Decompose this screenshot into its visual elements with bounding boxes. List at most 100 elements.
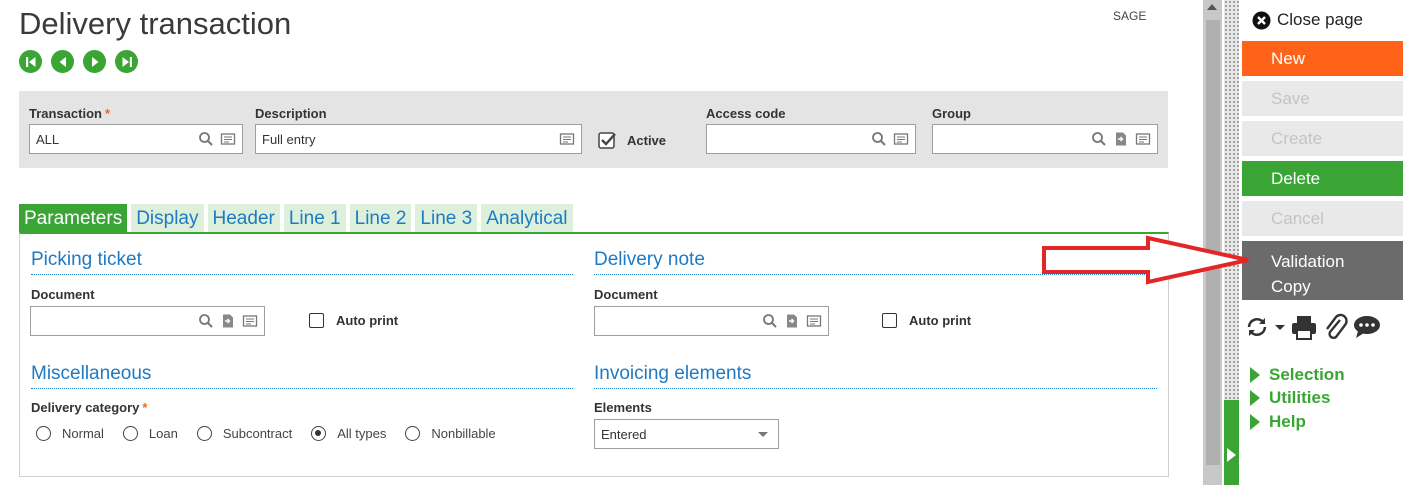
utilities-link[interactable]: Utilities (1250, 387, 1345, 411)
section-divider (594, 388, 1157, 389)
radio-normal[interactable]: Normal (36, 426, 104, 441)
details-icon[interactable] (559, 131, 575, 147)
elements-select[interactable]: Entered (594, 419, 779, 449)
create-button[interactable]: Create (1242, 121, 1403, 156)
help-link[interactable]: Help (1250, 410, 1345, 434)
radio-label: Subcontract (222, 426, 293, 441)
search-icon[interactable] (198, 313, 214, 329)
save-button[interactable]: Save (1242, 81, 1403, 116)
annotation-arrow-icon (1042, 235, 1249, 285)
transaction-label: Transaction (29, 106, 102, 121)
attachment-icon[interactable] (1322, 313, 1348, 341)
validation-copy-button[interactable]: Validation Copy (1242, 241, 1403, 300)
section-divider (31, 388, 573, 389)
selection-label: Selection (1269, 364, 1345, 384)
checked-icon (598, 132, 616, 149)
search-icon[interactable] (198, 131, 214, 147)
comment-icon[interactable] (1352, 313, 1382, 341)
first-record-button[interactable] (19, 50, 42, 73)
delivery-category-label-wrap: Delivery category * (31, 400, 147, 415)
description-value: Full entry (262, 131, 316, 147)
validation-label: Validation (1271, 252, 1345, 271)
details-icon[interactable] (806, 313, 822, 329)
tab-line-3[interactable]: Line 3 (415, 204, 478, 233)
active-checkbox[interactable]: Active (598, 131, 666, 149)
cancel-button[interactable]: Cancel (1242, 201, 1403, 236)
close-page-label: Close page (1277, 10, 1364, 29)
picking-ticket-title: Picking ticket (31, 249, 142, 270)
previous-record-icon (59, 56, 66, 67)
tab-line-2[interactable]: Line 2 (349, 204, 412, 233)
transaction-value: ALL (36, 131, 60, 147)
delete-button[interactable]: Delete (1242, 161, 1403, 196)
page-title: Delivery transaction (19, 6, 292, 41)
radio-dot (196, 426, 212, 441)
tab-analytical[interactable]: Analytical (481, 204, 573, 233)
search-icon[interactable] (871, 131, 887, 147)
search-icon[interactable] (762, 313, 778, 329)
print-icon[interactable] (1290, 313, 1318, 341)
details-icon[interactable] (893, 131, 909, 147)
copy-label: Copy (1271, 277, 1311, 296)
delivery-auto-print-checkbox[interactable]: Auto print (882, 313, 971, 328)
search-icon[interactable] (1091, 131, 1107, 147)
radio-dot (36, 426, 51, 441)
close-page-button[interactable]: Close page (1252, 10, 1363, 30)
selection-link[interactable]: Selection (1250, 363, 1345, 387)
delivery-document-field[interactable] (594, 306, 829, 336)
details-icon[interactable] (242, 313, 258, 329)
radio-nonbillable[interactable]: Nonbillable (405, 426, 496, 441)
tab-header[interactable]: Header (207, 204, 280, 233)
group-field[interactable] (932, 124, 1158, 154)
auto-print-label: Auto print (909, 313, 972, 328)
jump-to-icon[interactable] (1113, 131, 1129, 147)
group-criterion: Group (932, 106, 1158, 154)
close-icon (1252, 11, 1271, 29)
first-record-icon (25, 56, 35, 67)
new-button[interactable]: New (1242, 41, 1403, 76)
auto-print-label: Auto print (336, 313, 399, 328)
picking-document-field[interactable] (30, 306, 265, 336)
tab-bar: Parameters Display Header Line 1 Line 2 … (19, 204, 573, 233)
active-label: Active (627, 132, 667, 148)
tab-line-1[interactable]: Line 1 (283, 204, 346, 233)
section-divider (31, 274, 573, 275)
details-icon[interactable] (1135, 131, 1151, 147)
record-navigation (19, 50, 138, 73)
side-links: Selection Utilities Help (1250, 363, 1345, 434)
radio-label: Loan (148, 426, 178, 441)
elements-value: Entered (601, 426, 647, 442)
radio-all-types[interactable]: All types (311, 426, 386, 441)
radio-subcontract[interactable]: Subcontract (196, 426, 293, 441)
chevron-down-icon (758, 431, 768, 437)
group-label: Group (932, 106, 971, 121)
last-record-button[interactable] (115, 50, 138, 73)
panel-toggle[interactable] (1224, 400, 1239, 485)
panel-splitter[interactable] (1224, 0, 1239, 400)
picking-auto-print-checkbox[interactable]: Auto print (309, 313, 398, 328)
description-criterion: Description Full entry (255, 106, 582, 154)
utilities-label: Utilities (1269, 388, 1331, 408)
details-icon[interactable] (220, 131, 236, 147)
tab-parameters[interactable]: Parameters (19, 204, 128, 233)
description-field[interactable]: Full entry (255, 124, 582, 154)
tab-display[interactable]: Display (131, 204, 204, 233)
delivery-category-label: Delivery category (31, 400, 140, 415)
jump-to-icon[interactable] (784, 313, 800, 329)
radio-label: All types (337, 426, 387, 441)
transaction-field[interactable]: ALL (29, 124, 243, 154)
radio-loan[interactable]: Loan (122, 426, 178, 441)
chevron-down-icon[interactable] (1274, 314, 1286, 340)
refresh-icon[interactable] (1244, 314, 1270, 340)
radio-dot (405, 426, 421, 441)
access-code-field[interactable] (706, 124, 916, 154)
delivery-note-title: Delivery note (594, 249, 705, 270)
scroll-up-icon[interactable] (1207, 4, 1217, 10)
expand-arrow-icon (1250, 366, 1260, 383)
radio-label: Nonbillable (431, 426, 496, 441)
transaction-criterion: Transaction * ALL (29, 106, 243, 154)
invoicing-elements-title: Invoicing elements (594, 363, 752, 384)
next-record-button[interactable] (83, 50, 106, 73)
previous-record-button[interactable] (51, 50, 74, 73)
jump-to-icon[interactable] (220, 313, 236, 329)
